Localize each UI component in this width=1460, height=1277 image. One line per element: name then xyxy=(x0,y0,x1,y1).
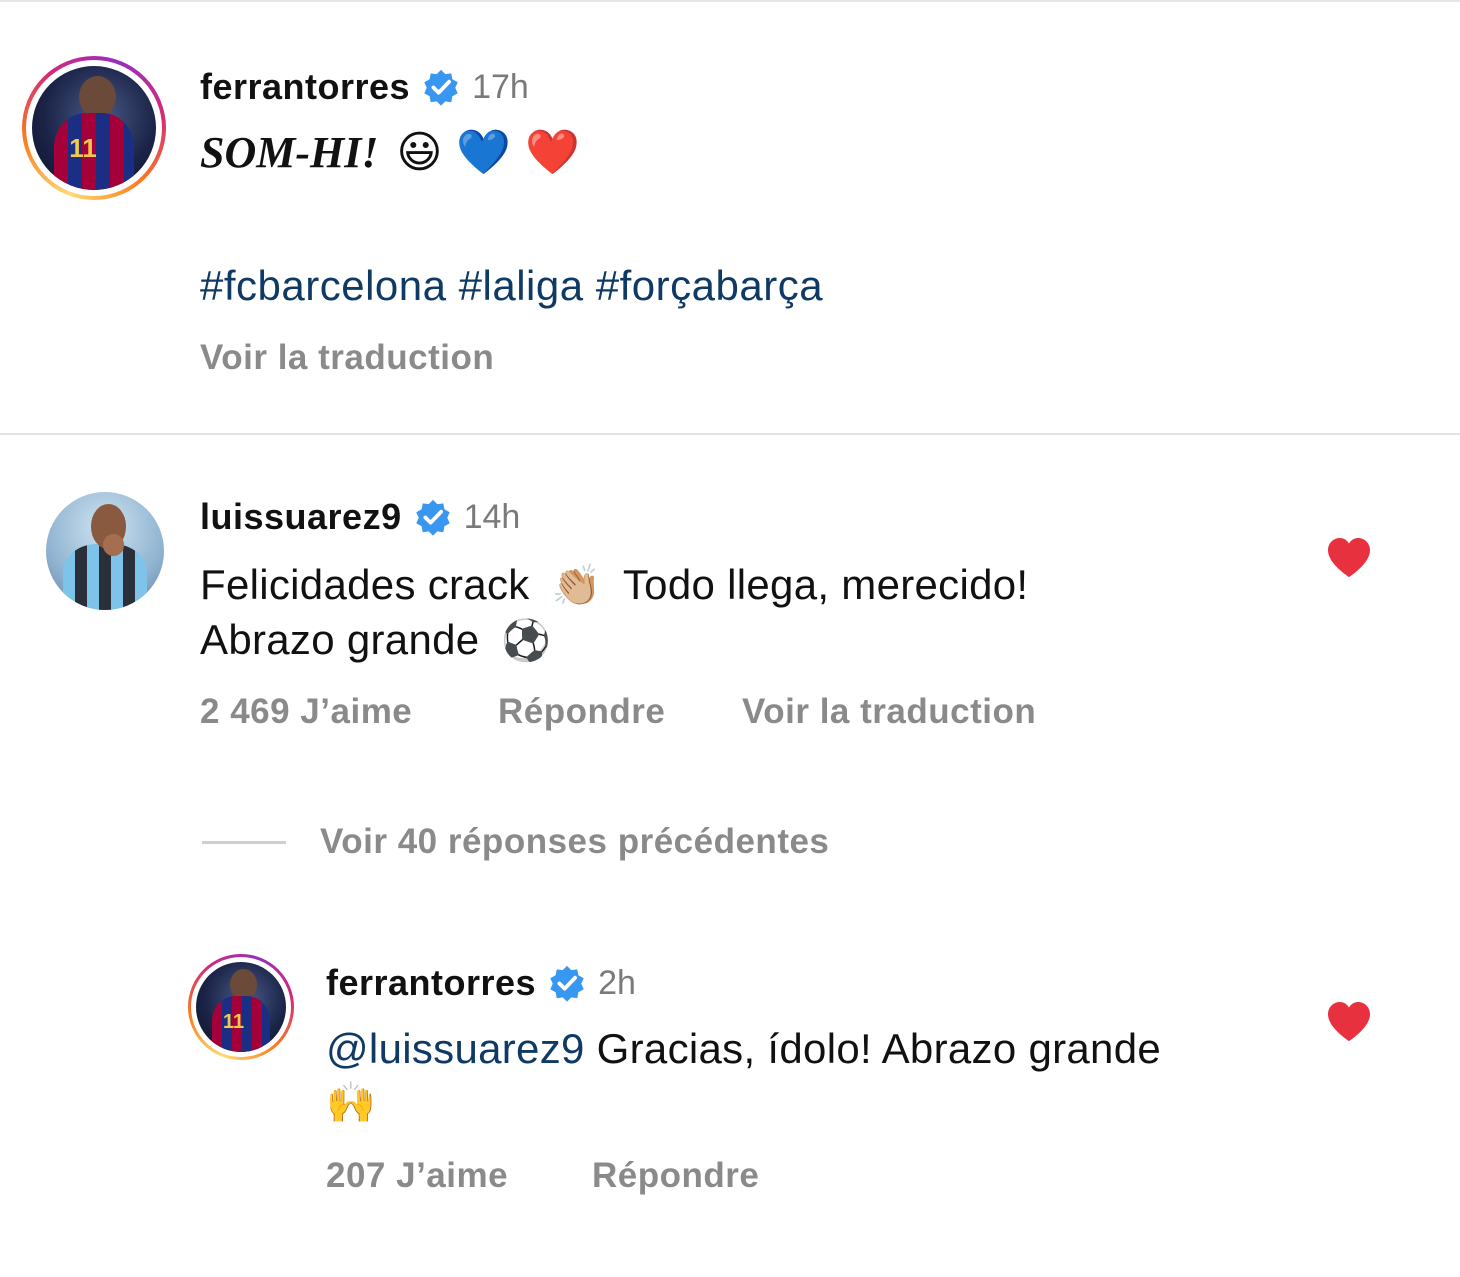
reply-avatar[interactable]: 11 xyxy=(188,954,294,1060)
top-border xyxy=(0,0,1460,2)
caption-line: SOM-HI! 😃 💙 ❤️ xyxy=(200,126,580,178)
clap-emoji: 👏🏼 xyxy=(551,563,602,609)
timestamp: 14h xyxy=(463,497,521,536)
avatar-image xyxy=(46,492,164,610)
verified-badge-icon xyxy=(424,69,458,106)
soccer-ball-emoji: ⚽ xyxy=(501,618,552,664)
username[interactable]: ferrantorres xyxy=(200,66,410,108)
reply-button[interactable]: Répondre xyxy=(592,1156,759,1196)
reply-text-part: Gracias, ídolo! Abrazo grande xyxy=(596,1025,1162,1072)
avatar[interactable]: 11 xyxy=(22,56,166,200)
reply-text: @luissuarez9 Gracias, ídolo! Abrazo gran… xyxy=(326,1022,1286,1130)
translate-link[interactable]: Voir la traduction xyxy=(742,692,1036,732)
timestamp: 17h xyxy=(472,67,529,106)
comment-text-part: Todo llega, merecido! xyxy=(622,561,1029,608)
heart-icon[interactable] xyxy=(1326,537,1372,579)
hashtags[interactable]: #fcbarcelona #laliga #forçabarça xyxy=(200,262,823,310)
mention-link[interactable]: @luissuarez9 xyxy=(326,1025,585,1072)
comment-text: Felicidades crack 👏🏼 Todo llega, merecid… xyxy=(200,558,1280,668)
timestamp: 2h xyxy=(598,963,636,1002)
verified-badge-icon xyxy=(550,965,584,1002)
reply-button[interactable]: Répondre xyxy=(498,692,665,732)
view-replies-label[interactable]: Voir 40 réponses précédentes xyxy=(320,822,829,862)
like-count[interactable]: 2 469 J’aime xyxy=(200,692,412,731)
divider xyxy=(0,433,1460,435)
heart-icon[interactable] xyxy=(1326,1001,1372,1043)
username[interactable]: luissuarez9 xyxy=(200,496,402,538)
caption-title: SOM-HI! xyxy=(200,127,379,177)
comment-avatar[interactable] xyxy=(46,492,164,610)
view-replies-button[interactable]: Voir 40 réponses précédentes xyxy=(202,822,829,862)
comment-text-part: Abrazo grande xyxy=(200,616,480,663)
avatar-image: 11 xyxy=(32,66,156,190)
comment-likes[interactable]: 2 469 J’aime xyxy=(200,692,412,732)
username[interactable]: ferrantorres xyxy=(326,962,536,1004)
raised-hands-emoji: 🙌 xyxy=(326,1080,377,1126)
verified-badge-icon xyxy=(415,499,450,536)
avatar-image: 11 xyxy=(196,962,286,1052)
comment-text-part: Felicidades crack xyxy=(200,561,530,608)
like-count[interactable]: 207 J’aime xyxy=(326,1156,508,1196)
reply-header: ferrantorres 2h xyxy=(326,962,636,1004)
translate-link[interactable]: Voir la traduction xyxy=(200,338,494,378)
post-header: ferrantorres 17h xyxy=(200,66,529,108)
comment-header: luissuarez9 14h xyxy=(200,496,520,538)
replies-divider-line xyxy=(202,840,286,844)
caption-emojis: 😃 💙 ❤️ xyxy=(396,127,580,178)
